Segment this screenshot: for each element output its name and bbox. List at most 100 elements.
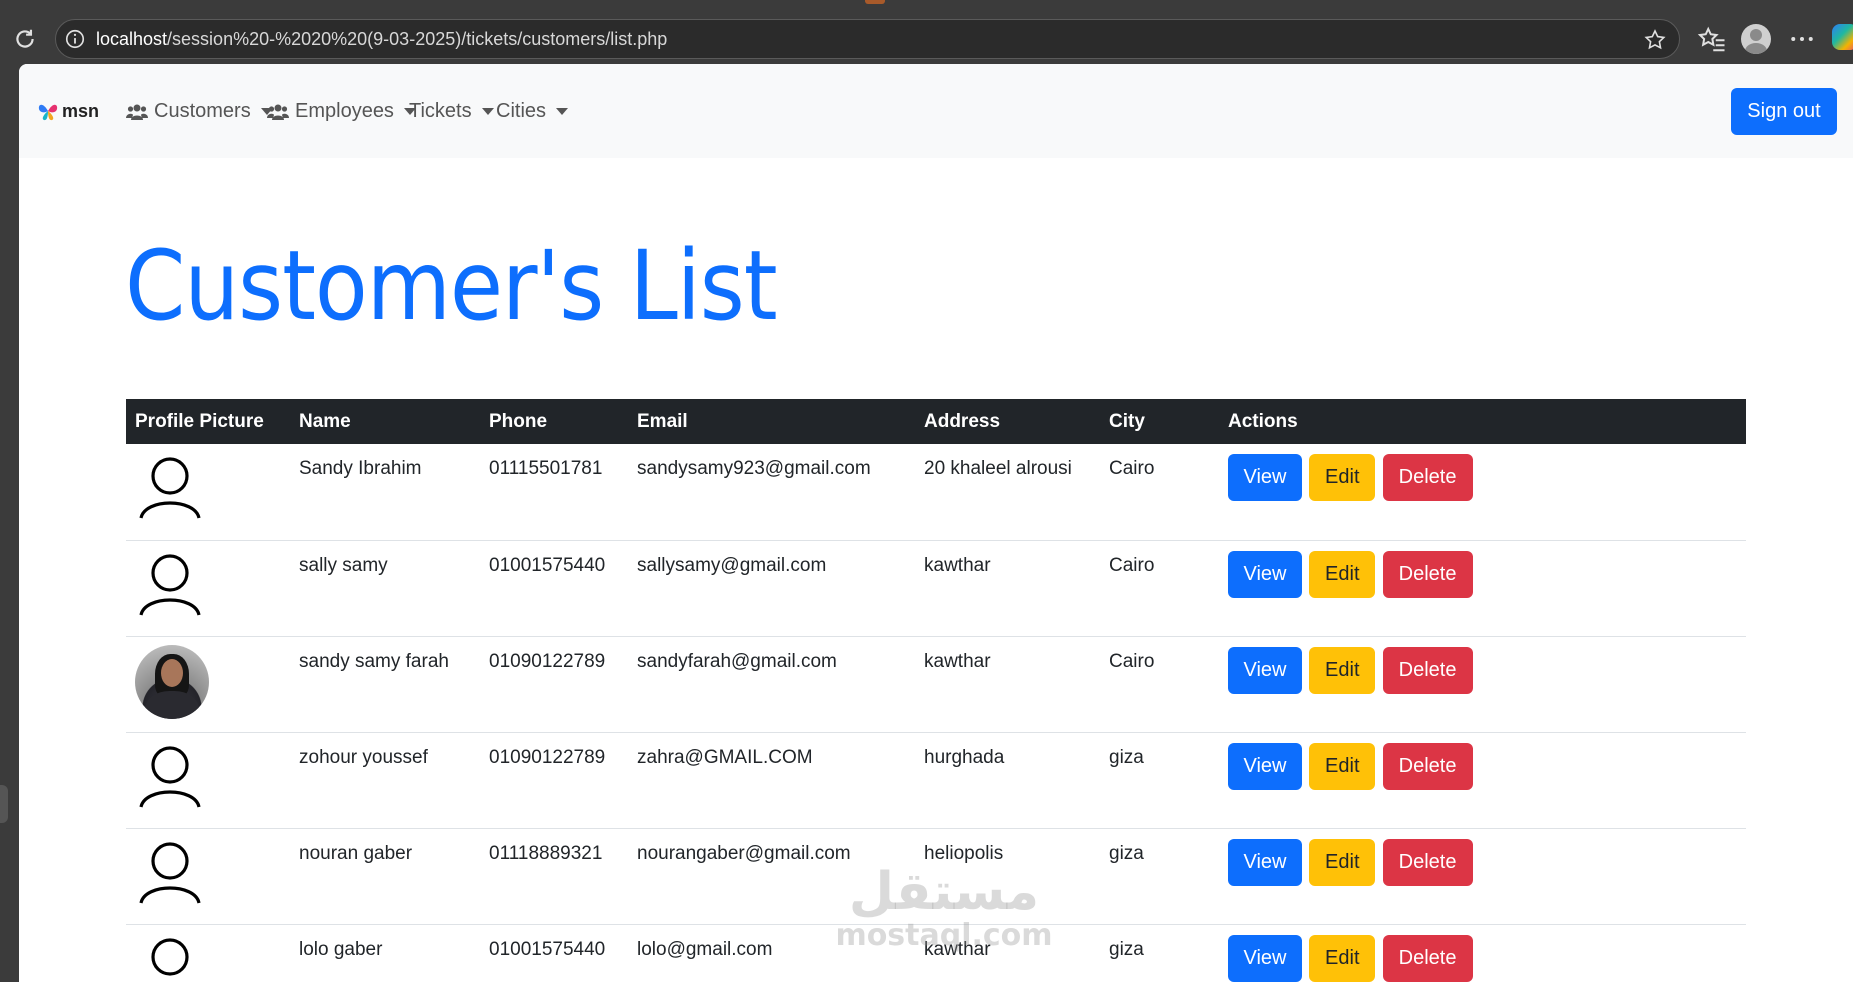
header-profile-picture: Profile Picture — [135, 410, 264, 432]
more-options-icon[interactable] — [1787, 24, 1817, 54]
actions-cell: View Edit Delete — [1219, 828, 1746, 925]
city-cell: Cairo — [1100, 444, 1219, 541]
header-email: Email — [637, 410, 688, 432]
name-cell: Sandy Ibrahim — [290, 444, 480, 541]
actions-cell: View Edit Delete — [1219, 732, 1746, 829]
people-icon — [267, 104, 289, 120]
brand-text: msn — [62, 100, 100, 121]
default-avatar-icon — [139, 745, 201, 808]
name-cell: sally samy — [290, 540, 480, 637]
chevron-down-icon — [556, 108, 569, 115]
profile-picture-cell — [126, 924, 290, 982]
view-button[interactable]: View — [1228, 934, 1302, 982]
url-text[interactable]: localhost/session%20-%2020%20(9-03-2025)… — [96, 29, 667, 50]
table-row: nouran gaber 01118889321 nourangaber@gma… — [126, 828, 1746, 925]
header-name: Name — [299, 410, 351, 432]
actions-cell: View Edit Delete — [1219, 540, 1746, 637]
page-title: Customer's List — [125, 230, 778, 342]
name-cell: lolo gaber — [290, 924, 480, 982]
copilot-icon[interactable] — [1832, 24, 1853, 50]
default-avatar-icon — [151, 937, 189, 982]
table-row: zohour youssef 01090122789 zahra@GMAIL.C… — [126, 732, 1746, 829]
delete-button[interactable]: Delete — [1382, 646, 1473, 694]
edit-button[interactable]: Edit — [1309, 550, 1376, 598]
nav-customers-label: Customers — [154, 100, 251, 122]
phone-cell: 01115501781 — [480, 444, 628, 541]
phone-cell: 01001575440 — [480, 540, 628, 637]
delete-button[interactable]: Delete — [1382, 838, 1473, 886]
actions-cell: View Edit Delete — [1219, 636, 1746, 733]
nav-employees-label: Employees — [295, 100, 394, 122]
name-cell: zohour youssef — [290, 732, 480, 829]
reload-icon[interactable] — [12, 26, 38, 52]
table-row: Sandy Ibrahim 01115501781 sandysamy923@g… — [126, 444, 1746, 541]
city-cell: giza — [1100, 828, 1219, 925]
table-header-row: Profile Picture Name Phone Email Address… — [126, 399, 1746, 444]
phone-cell: 01090122789 — [480, 636, 628, 733]
profile-picture-cell — [126, 636, 290, 733]
chevron-down-icon — [481, 108, 494, 115]
email-cell: sandyfarah@gmail.com — [628, 636, 915, 733]
browser-profile-icon[interactable] — [1741, 24, 1771, 54]
email-cell: sandysamy923@gmail.com — [628, 444, 915, 541]
table-row: lolo gaber 01001575440 lolo@gmail.com ka… — [126, 924, 1746, 982]
city-cell: giza — [1100, 732, 1219, 829]
nav-cities-dropdown[interactable]: Cities — [496, 100, 569, 123]
actions-cell: View Edit Delete — [1219, 924, 1746, 982]
view-button[interactable]: View — [1228, 550, 1302, 598]
delete-button[interactable]: Delete — [1382, 934, 1473, 982]
page-viewport: msn Customers Employees Tickets Cities S… — [19, 64, 1853, 982]
brand-logo[interactable]: msn — [37, 100, 99, 122]
table-row: sally samy 01001575440 sallysamy@gmail.c… — [126, 540, 1746, 637]
favorites-icon[interactable] — [1697, 24, 1727, 54]
address-bar[interactable]: localhost/session%20-%2020%20(9-03-2025)… — [55, 19, 1680, 59]
nav-tickets-dropdown[interactable]: Tickets — [409, 100, 494, 123]
city-cell: giza — [1100, 924, 1219, 982]
city-cell: Cairo — [1100, 636, 1219, 733]
edit-button[interactable]: Edit — [1309, 838, 1376, 886]
city-cell: Cairo — [1100, 540, 1219, 637]
browser-toolbar: localhost/session%20-%2020%20(9-03-2025)… — [0, 0, 1853, 64]
edit-button[interactable]: Edit — [1309, 934, 1376, 982]
sidebar-handle[interactable] — [0, 785, 8, 823]
profile-picture-cell — [126, 540, 290, 637]
view-button[interactable]: View — [1228, 742, 1302, 790]
view-button[interactable]: View — [1228, 838, 1302, 886]
customers-table: Profile Picture Name Phone Email Address… — [126, 399, 1746, 982]
nav-customers-dropdown[interactable]: Customers — [126, 100, 273, 123]
default-avatar-icon — [139, 553, 201, 616]
nav-employees-dropdown[interactable]: Employees — [267, 100, 416, 123]
url-path: /session%20-%2020%20(9-03-2025)/tickets/… — [167, 28, 668, 49]
info-icon[interactable] — [64, 28, 86, 50]
profile-photo — [135, 644, 209, 719]
email-cell: sallysamy@gmail.com — [628, 540, 915, 637]
edit-button[interactable]: Edit — [1309, 454, 1376, 501]
email-cell: zahra@GMAIL.COM — [628, 732, 915, 829]
name-cell: sandy samy farah — [290, 636, 480, 733]
delete-button[interactable]: Delete — [1382, 742, 1473, 790]
sign-out-button[interactable]: Sign out — [1731, 88, 1837, 135]
address-cell: hurghada — [915, 732, 1100, 829]
edit-button[interactable]: Edit — [1309, 742, 1376, 790]
header-city: City — [1109, 410, 1145, 432]
favorite-star-icon[interactable] — [1643, 28, 1667, 52]
delete-button[interactable]: Delete — [1382, 550, 1473, 598]
tab-indicator — [865, 0, 885, 4]
top-navbar: msn Customers Employees Tickets Cities S… — [19, 64, 1853, 158]
address-cell: 20 khaleel alrousi — [915, 444, 1100, 541]
view-button[interactable]: View — [1228, 454, 1302, 501]
delete-button[interactable]: Delete — [1382, 454, 1473, 501]
email-cell: lolo@gmail.com — [628, 924, 915, 982]
profile-picture-cell — [126, 444, 290, 541]
phone-cell: 01118889321 — [480, 828, 628, 925]
edit-button[interactable]: Edit — [1309, 646, 1376, 694]
phone-cell: 01001575440 — [480, 924, 628, 982]
view-button[interactable]: View — [1228, 646, 1302, 694]
default-avatar-icon — [139, 841, 201, 904]
people-icon — [126, 104, 148, 120]
nav-tickets-label: Tickets — [409, 100, 472, 122]
address-cell: kawthar — [915, 924, 1100, 982]
header-actions: Actions — [1228, 410, 1298, 432]
phone-cell: 01090122789 — [480, 732, 628, 829]
header-phone: Phone — [489, 410, 548, 432]
